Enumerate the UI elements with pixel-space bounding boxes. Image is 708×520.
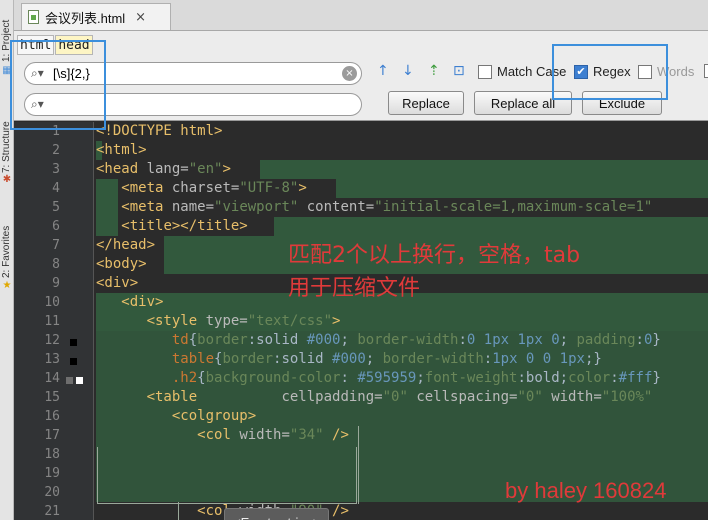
code-line-10: <div> — [121, 294, 164, 310]
line-number: 17 — [44, 428, 60, 443]
match-highlight — [260, 160, 708, 179]
breakpoint-marker[interactable] — [70, 339, 77, 346]
code-line-12: td{border:solid #000; border-width:0 1px… — [171, 332, 661, 348]
selection-edge — [358, 426, 359, 504]
author-signature: by haley 160824 — [505, 478, 667, 503]
code-line-11: <style type="text/css"> — [146, 313, 341, 329]
match-case-box[interactable] — [478, 64, 492, 79]
breakpoint-marker[interactable] — [70, 358, 77, 365]
match-highlight — [336, 179, 708, 198]
line-number: 18 — [44, 447, 60, 462]
file-tab[interactable]: 会议列表.html × — [21, 3, 171, 30]
close-icon[interactable]: × — [135, 10, 146, 25]
line-number: 21 — [44, 504, 60, 519]
previous-occurrence-icon[interactable]: ↑ — [377, 63, 389, 79]
find-all-icon[interactable]: ⇡ — [428, 63, 440, 79]
annotation-regex-explanation: 匹配2个以上换行，空格，tab — [288, 243, 581, 268]
callout-box-regex — [552, 44, 668, 100]
code-line-8: <body> — [96, 256, 147, 272]
callout-box-search — [10, 40, 106, 130]
select-all-occurrences-icon[interactable]: ⊡ — [453, 63, 465, 79]
code-line-5: <meta name="viewport" content="initial-s… — [121, 199, 653, 215]
code-line-17: <col width="34" /> — [197, 427, 349, 443]
line-number: 8 — [52, 257, 60, 272]
line-number: 5 — [52, 200, 60, 215]
replacement-preview-tooltip: <Empty string> — [224, 508, 330, 520]
html-file-icon — [28, 10, 39, 24]
line-number: 20 — [44, 485, 60, 500]
line-number: 15 — [44, 390, 60, 405]
clear-search-icon[interactable]: × — [342, 66, 357, 81]
code-line-9: <div> — [96, 275, 139, 291]
code-line-7: </head> — [96, 237, 156, 253]
code-line-16: <colgroup> — [171, 408, 257, 424]
match-highlight — [274, 217, 708, 236]
code-line-4: <meta charset="UTF-8"> — [121, 180, 307, 196]
empty-lines-selection — [97, 447, 357, 504]
replace-button[interactable]: Replace — [388, 91, 464, 115]
line-number: 3 — [52, 162, 60, 177]
line-gutter: 1 2 3 4 5 6 7 8 9 10 11 12 13 14 15 16 1… — [14, 122, 94, 520]
line-number: 2 — [52, 143, 60, 158]
line-number: 12 — [44, 333, 60, 348]
favorites-tool-tab[interactable]: 2: Favorites — [1, 206, 13, 278]
next-occurrence-icon[interactable]: ↓ — [402, 63, 414, 79]
code-line-15: <table cellpadding="0" cellspacing="0" w… — [146, 389, 653, 405]
code-line-3: <head lang="en"> — [96, 161, 231, 177]
editor-tab-bar: 会议列表.html × — [14, 0, 708, 31]
code-line-2: <html> — [96, 142, 147, 158]
line-number: 6 — [52, 219, 60, 234]
line-number: 16 — [44, 409, 60, 424]
overflow-checkbox[interactable] — [704, 64, 708, 78]
line-number: 19 — [44, 466, 60, 481]
code-editor[interactable]: 1 2 3 4 5 6 7 8 9 10 11 12 13 14 15 16 1… — [14, 122, 708, 520]
color-marker[interactable] — [66, 377, 73, 384]
overflow-box[interactable] — [704, 64, 708, 78]
line-number: 14 — [44, 371, 60, 386]
annotation-usage-note: 用于压缩文件 — [288, 276, 421, 301]
code-area[interactable]: <!DOCTYPE html> <html> <head lang="en"> … — [96, 122, 708, 520]
line-number: 9 — [52, 276, 60, 291]
bug-icon: ✱ — [2, 174, 12, 185]
color-marker[interactable] — [76, 377, 83, 384]
file-tab-label: 会议列表.html — [45, 10, 126, 26]
line-number: 10 — [44, 295, 60, 310]
line-number: 13 — [44, 352, 60, 367]
code-line-6: <title></title> — [121, 218, 248, 234]
code-line-13: table{border:solid #000; border-width:1p… — [171, 351, 602, 367]
line-number: 11 — [44, 314, 60, 329]
code-line-14: .h2{background-color: #595959;font-weigh… — [171, 370, 661, 386]
line-number: 4 — [52, 181, 60, 196]
star-icon: ★ — [2, 280, 12, 291]
code-line-1: <!DOCTYPE html> — [96, 123, 223, 139]
line-number: 7 — [52, 238, 60, 253]
